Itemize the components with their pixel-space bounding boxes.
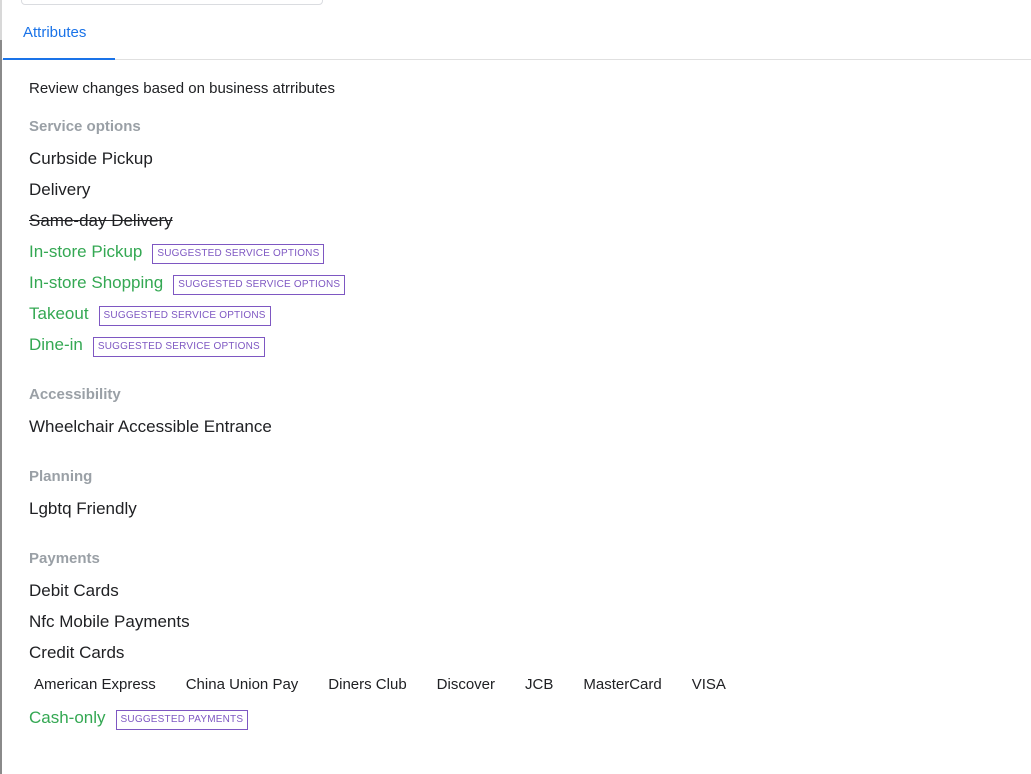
attribute-item-curbside-pickup: Curbside Pickup: [29, 146, 1019, 177]
attribute-label: Cash-only: [29, 708, 106, 727]
suggestion-badge: SUGGESTED SERVICE OPTIONS: [173, 275, 346, 295]
attribute-item-same-day-delivery: Same-day Delivery: [29, 208, 1019, 239]
intro-text: Review changes based on business atrribu…: [29, 80, 336, 97]
attribute-label: Debit Cards: [29, 581, 119, 600]
attribute-item-delivery: Delivery: [29, 177, 1019, 208]
suggestion-badge: SUGGESTED PAYMENTS: [115, 710, 249, 730]
attribute-label: In-store Pickup: [29, 242, 143, 261]
attributes-content: Review changes based on business atrribu…: [29, 79, 1019, 758]
card-network-visa: VISA: [691, 676, 726, 693]
section-service-options: Service options Curbside Pickup Delivery Sa…: [29, 117, 1019, 363]
section-accessibility: Accessibility Wheelchair Accessible Entra…: [29, 385, 1019, 445]
tab-attributes[interactable]: Attributes: [3, 22, 115, 60]
attribute-item-in-store-shopping: In-store Shopping SUGGESTED SERVICE OPTIO…: [29, 270, 1019, 301]
card-network-american-express: American Express: [34, 676, 156, 693]
section-title: Service options: [29, 118, 141, 135]
tab-bar: Attributes: [2, 0, 1031, 60]
attribute-item-nfc-mobile-payments: Nfc Mobile Payments: [29, 609, 1019, 640]
attribute-item-lgbtq-friendly: Lgbtq Friendly: [29, 496, 1019, 527]
attribute-label: In-store Shopping: [29, 273, 164, 292]
attribute-item-in-store-pickup: In-store Pickup SUGGESTED SERVICE OPTIONS: [29, 239, 1019, 270]
card-network-list: American Express China Union Pay Diners Cl…: [29, 671, 1019, 705]
attributes-review-panel: Attributes Review changes based on busin…: [0, 0, 1031, 774]
attribute-label: Credit Cards: [29, 643, 125, 662]
attribute-item-wheelchair-accessible-entrance: Wheelchair Accessible Entrance: [29, 414, 1019, 445]
section-payments: Payments Debit Cards Nfc Mobile Payments Cr…: [29, 549, 1019, 736]
suggestion-badge: SUGGESTED SERVICE OPTIONS: [92, 337, 265, 357]
attribute-item-debit-cards: Debit Cards: [29, 578, 1019, 609]
attribute-item-dine-in: Dine-in SUGGESTED SERVICE OPTIONS: [29, 332, 1019, 363]
section-planning: Planning Lgbtq Friendly: [29, 467, 1019, 527]
attribute-item-credit-cards: Credit Cards: [29, 640, 1019, 671]
card-network-china-union-pay: China Union Pay: [185, 676, 299, 693]
suggestion-badge: SUGGESTED SERVICE OPTIONS: [152, 244, 325, 264]
attribute-label: Wheelchair Accessible Entrance: [29, 417, 272, 436]
attribute-label: Lgbtq Friendly: [29, 499, 137, 518]
card-network-diners-club: Diners Club: [328, 676, 407, 693]
section-title: Planning: [29, 468, 93, 485]
attribute-label: Curbside Pickup: [29, 149, 153, 168]
section-title: Accessibility: [29, 386, 121, 403]
attribute-label: Delivery: [29, 180, 91, 199]
card-network-jcb: JCB: [525, 676, 554, 693]
attribute-label: Takeout: [29, 304, 89, 323]
attribute-label: Nfc Mobile Payments: [29, 612, 190, 631]
tab-label: Attributes: [23, 24, 87, 41]
card-network-mastercard: MasterCard: [583, 676, 662, 693]
suggestion-badge: SUGGESTED SERVICE OPTIONS: [98, 306, 271, 326]
attribute-label: Dine-in: [29, 335, 83, 354]
card-network-discover: Discover: [436, 676, 496, 693]
left-gutter-border: [0, 40, 2, 774]
attribute-label: Same-day Delivery: [29, 211, 173, 230]
attribute-item-cash-only: Cash-only SUGGESTED PAYMENTS: [29, 705, 1019, 736]
active-tab-indicator: [3, 58, 115, 60]
section-title: Payments: [29, 550, 100, 567]
sections-list: Service options Curbside Pickup Delivery Sa…: [29, 117, 1019, 736]
attribute-item-takeout: Takeout SUGGESTED SERVICE OPTIONS: [29, 301, 1019, 332]
